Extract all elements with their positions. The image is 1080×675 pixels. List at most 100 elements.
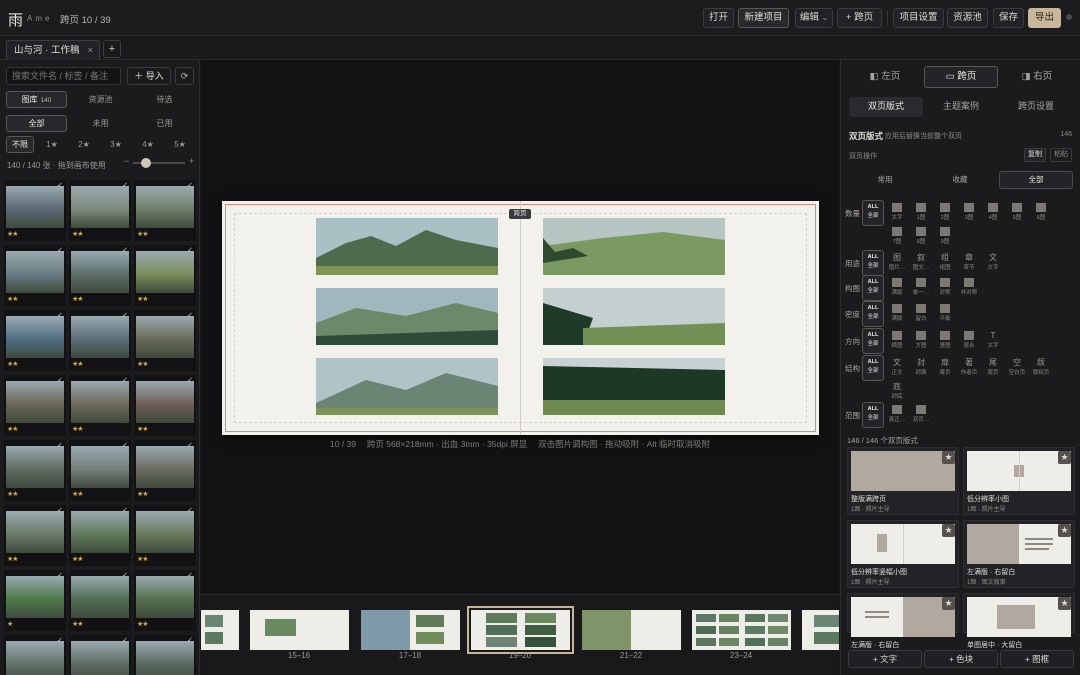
filter-option-struct-6[interactable]: 空空白页 bbox=[1006, 355, 1028, 381]
filter-option-count-7[interactable]: 6图 bbox=[1030, 200, 1052, 226]
filter-option-dir-0[interactable]: ALL 全部 bbox=[862, 328, 884, 354]
import-button[interactable]: ＋ 导入 bbox=[127, 67, 171, 85]
filter-option-range-0[interactable]: ALL 全部 bbox=[862, 402, 884, 428]
photo-thumbnail[interactable]: ✓ ★★ bbox=[134, 180, 196, 241]
filter-option-count-5[interactable]: 4图 bbox=[982, 200, 1004, 226]
tab-spread[interactable]: ▭ 跨页 bbox=[924, 66, 998, 88]
zoom-in-icon[interactable]: + bbox=[189, 156, 194, 166]
star-filter-4[interactable]: 4★ bbox=[134, 136, 162, 153]
filter-option-dir-4[interactable]: 混合 bbox=[958, 328, 980, 354]
add-tab-button[interactable]: + bbox=[103, 40, 121, 58]
filter-option-struct-4[interactable]: 著作者页 bbox=[958, 355, 980, 381]
subtab-spread-settings[interactable]: 跨页设置 bbox=[999, 97, 1073, 117]
filmstrip-frame[interactable] bbox=[361, 610, 460, 650]
photo-thumbnail[interactable]: ✓ ★★ bbox=[4, 505, 66, 566]
filter-option-dir-3[interactable]: 竖图 bbox=[934, 328, 956, 354]
filter-option-dir-2[interactable]: 方图 bbox=[910, 328, 932, 354]
tab-left-page[interactable]: ◧ 左页 bbox=[849, 66, 921, 88]
photo-thumbnail[interactable]: ✓ ★★ bbox=[69, 180, 131, 241]
filter-option-comp-3[interactable]: 对称 bbox=[934, 275, 956, 301]
filter-favorites[interactable]: 收藏 bbox=[924, 171, 996, 189]
copy-button[interactable]: 复制 bbox=[1024, 148, 1046, 162]
favorite-star-icon[interactable]: ★ bbox=[942, 524, 955, 537]
photo-thumbnail[interactable]: ✓ ★★ bbox=[69, 375, 131, 436]
photo-thumbnail[interactable]: ✓ ★★ bbox=[4, 180, 66, 241]
photo-frame[interactable] bbox=[316, 288, 498, 345]
favorite-star-icon[interactable]: ★ bbox=[942, 451, 955, 464]
filter-option-count-3[interactable]: 2图 bbox=[934, 200, 956, 226]
thumbnail-size-slider[interactable]: − + bbox=[124, 156, 194, 169]
photo-thumbnail[interactable]: ✓ ★★ bbox=[4, 310, 66, 371]
photo-thumbnail[interactable]: ✓ ★★ bbox=[4, 375, 66, 436]
filter-option-use-1[interactable]: 图图片… bbox=[886, 250, 908, 276]
star-filter-1[interactable]: 1★ bbox=[38, 136, 66, 153]
star-filter-2[interactable]: 2★ bbox=[70, 136, 98, 153]
photo-thumbnail[interactable]: ✓ ★★ bbox=[69, 505, 131, 566]
filter-option-density-3[interactable]: 平衡 bbox=[934, 301, 956, 327]
filter-option-struct-2[interactable]: 封封面 bbox=[910, 355, 932, 381]
subtab-theme-cases[interactable]: 主题案例 bbox=[924, 97, 998, 117]
open-button[interactable]: 打开 bbox=[703, 8, 734, 28]
filmstrip-frame[interactable] bbox=[201, 610, 239, 650]
layout-card[interactable]: ★ 整版满跨页 1图 · 照片主导 bbox=[847, 447, 959, 515]
layout-card[interactable]: ★ 左满版 · 右留白 1图 · 图文叙事 bbox=[963, 520, 1075, 588]
filter-option-use-0[interactable]: ALL 全部 bbox=[862, 250, 884, 276]
refresh-icon[interactable]: ⟳ bbox=[175, 67, 194, 85]
filter-option-range-1[interactable]: 真正… bbox=[886, 402, 908, 428]
filter-option-comp-1[interactable]: 满版 bbox=[886, 275, 908, 301]
filter-option-count-2[interactable]: 1图 bbox=[910, 200, 932, 226]
add-spread-button[interactable]: + 跨页 bbox=[837, 8, 882, 28]
filter-option-count-6[interactable]: 5图 bbox=[1006, 200, 1028, 226]
spread-canvas[interactable]: 跨页 10 / 39 跨页 568×218mm · 出血 3mm · 35dpi… bbox=[201, 60, 839, 594]
photo-thumbnail[interactable]: ✓ ★★ bbox=[134, 245, 196, 306]
filter-option-count-1[interactable]: 文字 bbox=[886, 200, 908, 226]
filter-option-density-1[interactable]: 满版 bbox=[886, 301, 908, 327]
filter-option-use-5[interactable]: 文文字 bbox=[982, 250, 1004, 276]
filmstrip-frame[interactable] bbox=[582, 610, 681, 650]
filter-option-comp-2[interactable]: 单一… bbox=[910, 275, 932, 301]
filter-used[interactable]: 已用 bbox=[134, 115, 195, 132]
filter-option-struct-3[interactable]: 扉扉页 bbox=[934, 355, 956, 381]
resource-pool-button[interactable]: 资源池 bbox=[947, 8, 988, 28]
close-icon[interactable]: × bbox=[87, 41, 93, 60]
filter-option-dir-1[interactable]: 横图 bbox=[886, 328, 908, 354]
tab-right-page[interactable]: ◨ 右页 bbox=[1001, 66, 1073, 88]
filter-option-count-8[interactable]: 7图 bbox=[886, 224, 908, 250]
layout-card[interactable]: ★ 左满版 · 右留白 bbox=[847, 593, 959, 649]
filter-option-use-4[interactable]: 章章节 bbox=[958, 250, 980, 276]
spread-page[interactable]: 跨页 bbox=[222, 201, 819, 435]
star-filter-5[interactable]: 5★ bbox=[166, 136, 194, 153]
photo-thumbnail[interactable]: ✓ ★★ bbox=[69, 310, 131, 371]
photo-frame[interactable] bbox=[543, 358, 725, 415]
filmstrip-frame-current[interactable] bbox=[467, 606, 574, 654]
filter-option-struct-5[interactable]: 尾尾页 bbox=[982, 355, 1004, 381]
photo-thumbnail[interactable]: ✓ bbox=[134, 635, 196, 675]
search-input[interactable] bbox=[6, 67, 121, 85]
layout-card[interactable]: ★ 低分辨率竖幅小图 1图 · 照片主导 bbox=[847, 520, 959, 588]
filter-all-layouts[interactable]: 全部 bbox=[999, 171, 1073, 189]
star-filter-3[interactable]: 3★ bbox=[102, 136, 130, 153]
filter-option-count-0[interactable]: ALL 全部 bbox=[862, 200, 884, 226]
photo-thumbnail[interactable]: ✓ bbox=[69, 635, 131, 675]
export-button[interactable]: 导出 bbox=[1028, 8, 1061, 28]
photo-thumbnail[interactable]: ✓ ★★ bbox=[134, 505, 196, 566]
add-text-button[interactable]: + 文字 bbox=[848, 650, 922, 668]
filter-option-struct-1[interactable]: 文正文 bbox=[886, 355, 908, 381]
favorite-star-icon[interactable]: ★ bbox=[1058, 597, 1071, 610]
filter-option-range-2[interactable]: 双页… bbox=[910, 402, 932, 428]
subtab-spread-layouts[interactable]: 双页版式 bbox=[849, 97, 923, 117]
filter-option-count-4[interactable]: 3图 bbox=[958, 200, 980, 226]
filter-all[interactable]: 全部 bbox=[6, 115, 67, 132]
filter-option-count-9[interactable]: 8图 bbox=[910, 224, 932, 250]
add-color-block-button[interactable]: + 色块 bbox=[924, 650, 998, 668]
photo-frame[interactable] bbox=[543, 218, 725, 275]
project-settings-button[interactable]: 项目设置 bbox=[893, 8, 944, 28]
photo-frame[interactable] bbox=[316, 358, 498, 415]
photo-thumbnail[interactable]: ✓ ★★ bbox=[4, 245, 66, 306]
photo-thumbnail[interactable]: ✓ bbox=[4, 635, 66, 675]
filter-option-struct-7[interactable]: 版版权页 bbox=[1030, 355, 1052, 381]
layout-card[interactable]: ★ 低分辨率小图 1图 · 照片主导 bbox=[963, 447, 1075, 515]
star-filter-any[interactable]: 不限 bbox=[6, 136, 34, 153]
layout-card[interactable]: ★ 单图居中 · 大留白 bbox=[963, 593, 1075, 649]
filter-option-use-2[interactable]: 叙图文… bbox=[910, 250, 932, 276]
